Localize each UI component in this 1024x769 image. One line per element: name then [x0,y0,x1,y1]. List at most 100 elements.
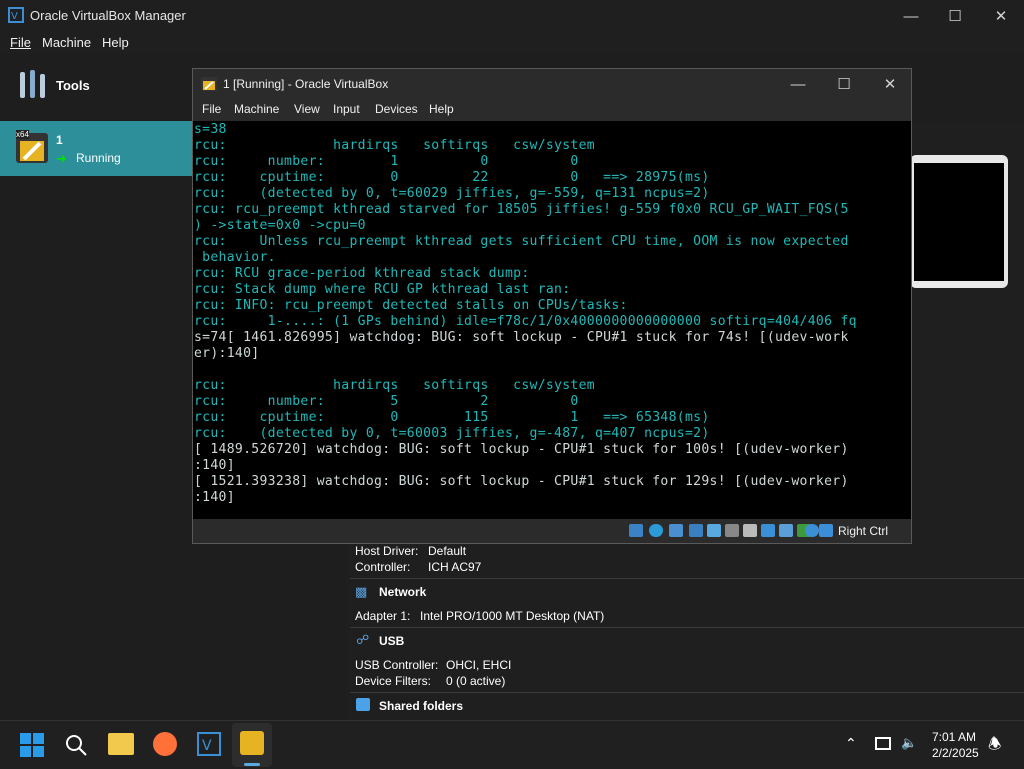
volume-muted-icon[interactable]: 🔈 [901,735,917,751]
vm-maximize-button[interactable]: ☐ [821,69,867,99]
optical-drive-icon[interactable] [649,524,663,537]
vm-close-button[interactable]: ✕ [867,69,913,99]
manager-title-bar: V Oracle VirtualBox Manager — ☐ ✕ [0,0,1024,32]
minimize-button[interactable]: — [888,0,934,32]
usb-filters-label: Device Filters: [355,674,432,688]
preview-screen [914,163,1004,281]
console-line: rcu: cputime: 0 22 0 ==> 28975(ms) [194,170,710,185]
vm-console-screen[interactable]: s=38 rcu: hardirqs softirqs csw/system r… [193,121,911,519]
console-line: s=38 [194,122,227,137]
console-line: rcu: number: 1 0 0 [194,154,579,169]
display-icon[interactable] [743,524,757,537]
guest-additions-icon[interactable] [779,524,793,537]
console-line: s=74[ 1461.826995] watchdog: BUG: soft l… [194,330,849,345]
console-line: rcu: (detected by 0, t=60029 jiffies, g=… [194,186,710,201]
vm-status: Running [76,151,121,165]
shared-folders-icon [356,698,370,711]
console-line: rcu: rcu_preempt kthread starved for 185… [194,202,849,217]
svg-text:V: V [11,11,18,22]
vm-menu-file[interactable]: File [202,102,221,116]
menu-machine[interactable]: Machine [42,35,91,50]
vm-title-bar: 1 [Running] - Oracle VirtualBox — ☐ ✕ [193,69,911,99]
tools-label[interactable]: Tools [56,78,90,93]
usb-header[interactable]: USB [379,634,404,648]
windows-start-icon[interactable] [20,733,44,757]
vm-menu-machine[interactable]: Machine [234,102,279,116]
console-line: :140] [194,458,235,473]
usb-filters-value: 0 (0 active) [446,674,506,688]
audio-controller-label: Controller: [355,560,411,574]
tools-icon [18,68,48,100]
virtualbox-logo-icon: V [8,7,24,23]
vm-name: 1 [56,133,63,147]
close-button[interactable]: ✕ [978,0,1024,32]
console-line: rcu: hardirqs softirqs csw/system [194,138,595,153]
console-line: rcu: INFO: rcu_preempt detected stalls o… [194,298,628,313]
console-line: behavior. [194,250,276,265]
network-header[interactable]: Network [379,585,426,599]
vm-arch-badge: x64 [16,130,29,139]
console-line: [ 1489.526720] watchdog: BUG: soft locku… [194,442,849,457]
console-line: er):140] [194,346,260,361]
vm-window-icon [201,75,217,93]
console-line: :140] [194,490,235,505]
console-line: rcu: RCU grace-period kthread stack dump… [194,266,530,281]
notification-bell-icon[interactable]: 🕭 [988,734,1001,759]
manager-title: Oracle VirtualBox Manager [30,8,186,23]
console-line: rcu: Unless rcu_preempt kthread gets suf… [194,234,849,249]
maximize-button[interactable]: ☐ [932,0,978,32]
usb-controller-value: OHCI, EHCI [446,658,512,672]
console-line: [ 1521.393238] watchdog: BUG: soft locku… [194,474,849,489]
menu-file[interactable]: File [10,35,31,50]
vm-minimize-button[interactable]: — [775,69,821,99]
chevron-up-icon[interactable]: ⌃ [845,735,857,752]
vm-window: 1 [Running] - Oracle VirtualBox — ☐ ✕ Fi… [192,68,912,544]
console-line: rcu: hardirqs softirqs csw/system [194,378,595,393]
file-explorer-icon[interactable] [108,733,134,755]
menu-help[interactable]: Help [102,35,129,50]
console-line: rcu: Stack dump where RCU GP kthread las… [194,282,571,297]
audio-host-driver-value: Default [428,544,467,558]
running-arrow-icon: ➜ [56,151,67,166]
mouse-integration-icon[interactable] [805,524,819,537]
console-line: rcu: number: 5 2 0 [194,394,579,409]
network-status-icon[interactable] [689,524,703,537]
vm-menu-devices[interactable]: Devices [375,102,418,116]
recording-icon[interactable] [761,524,775,537]
console-line: rcu: 1-....: (1 GPs behind) idle=f78c/1/… [194,314,857,329]
svg-text:V: V [202,738,212,754]
running-vm-taskbar-button[interactable] [232,723,272,767]
shared-folders-status-icon[interactable] [725,524,739,537]
active-indicator [244,763,260,766]
audio-host-driver-label: Host Driver: [355,544,419,558]
network-tray-icon[interactable] [875,737,891,750]
divider [350,627,1024,628]
vm-taskbar-icon [240,731,264,755]
keyboard-icon[interactable] [819,524,833,537]
network-adapter-label: Adapter 1: [355,609,411,623]
taskbar: V ⌃ 🔈 7:01 AM 2/2/2025 🕭 [0,720,1024,769]
network-icon: ▩ [355,584,368,599]
vm-menu-view[interactable]: View [294,102,320,116]
console-line: ) ->state=0x0 ->cpu=0 [194,218,366,233]
usb-status-icon[interactable] [707,524,721,537]
host-key-label[interactable]: Right Ctrl [838,524,888,538]
vm-window-title: 1 [Running] - Oracle VirtualBox [223,77,389,91]
clock-date[interactable]: 2/2/2025 [932,746,979,760]
virtualbox-taskbar-icon[interactable]: V [197,732,221,756]
usb-controller-label: USB Controller: [355,658,439,672]
usb-icon: ☍ [356,632,370,647]
firefox-icon[interactable] [153,732,177,756]
shared-folders-header[interactable]: Shared folders [379,699,463,713]
manager-menu-bar: File Machine Help [0,32,1024,54]
vm-preview-thumbnail [910,155,1008,288]
audio-icon[interactable] [669,524,683,537]
search-icon[interactable] [64,733,88,757]
hard-disk-icon[interactable] [629,524,643,537]
vm-menu-input[interactable]: Input [333,102,360,116]
clock-time[interactable]: 7:01 AM [932,730,976,744]
console-line: rcu: cputime: 0 115 1 ==> 65348(ms) [194,410,710,425]
divider [350,692,1024,693]
console-line: rcu: (detected by 0, t=60003 jiffies, g=… [194,426,710,441]
vm-menu-help[interactable]: Help [429,102,454,116]
